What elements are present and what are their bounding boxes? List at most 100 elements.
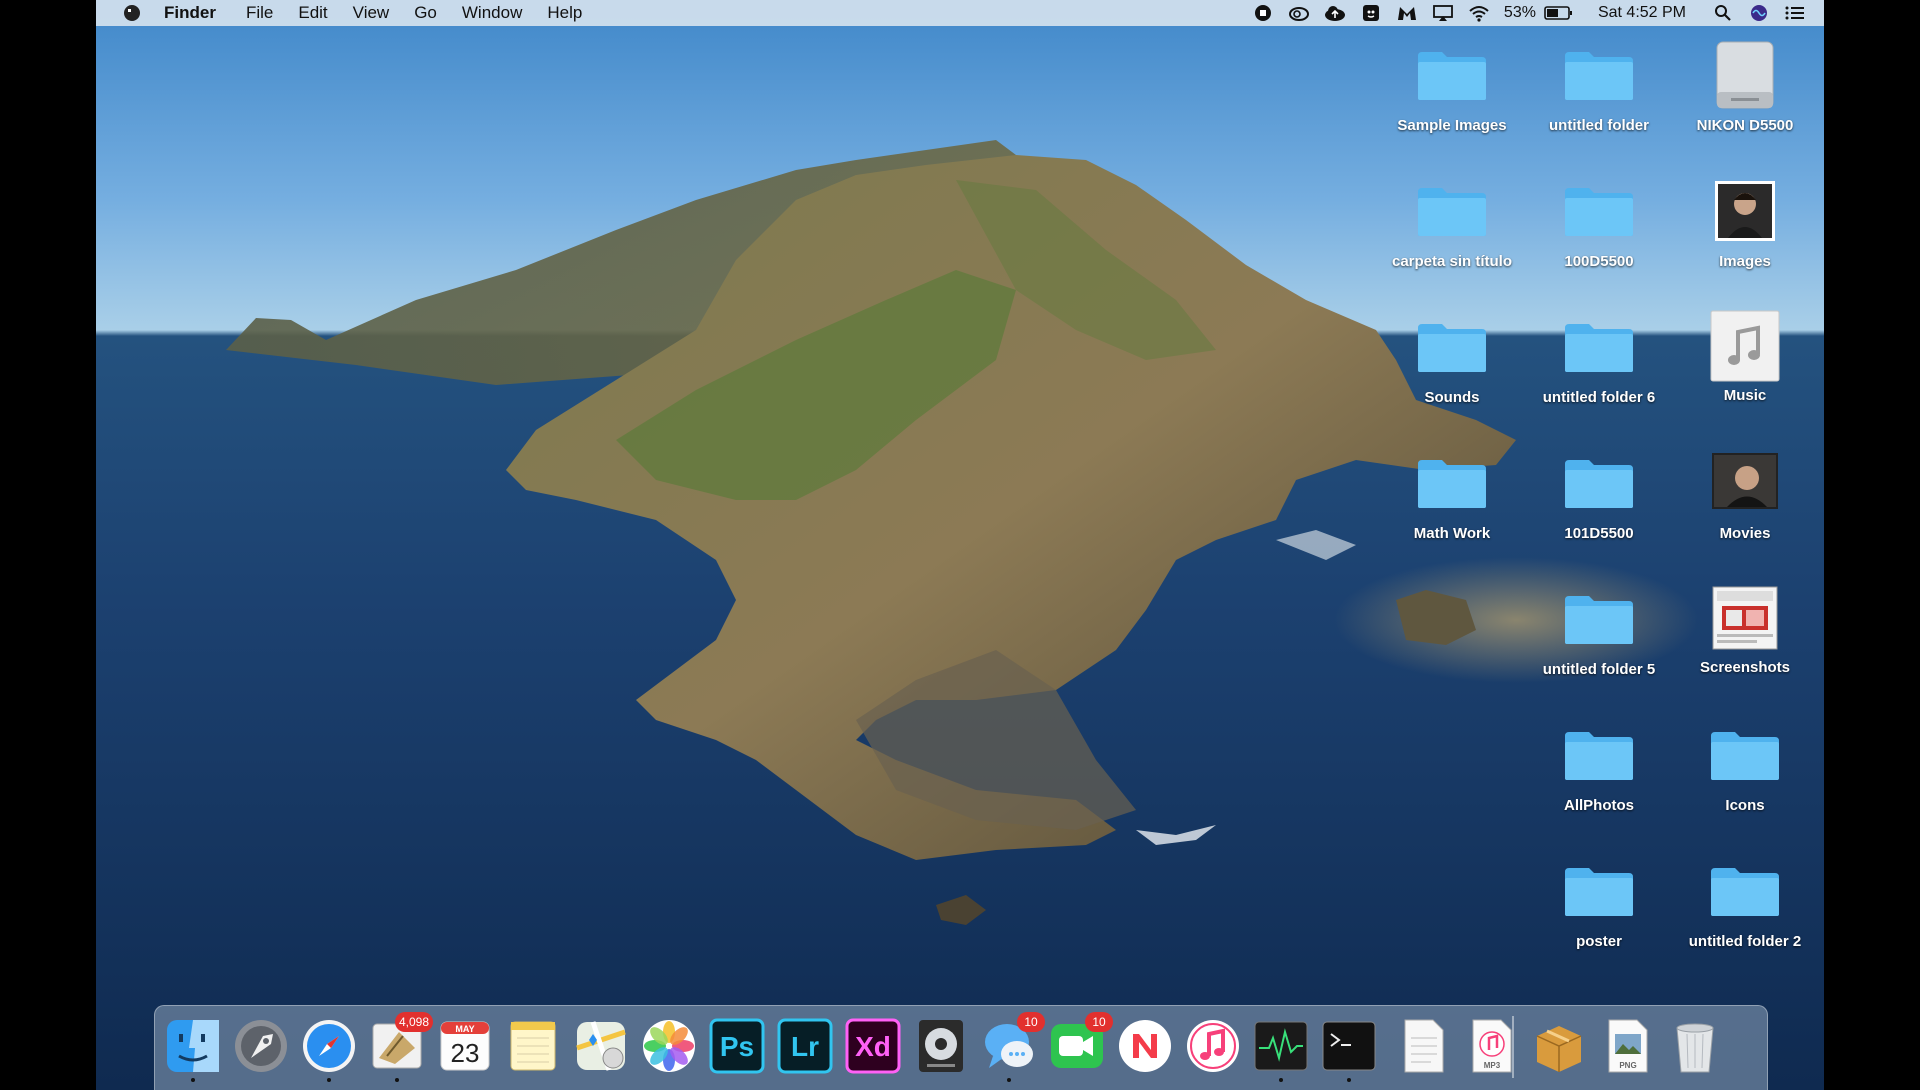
spotlight-icon[interactable]: [1712, 3, 1734, 23]
dock-lightroom[interactable]: Lr: [777, 1018, 833, 1074]
dock-itunes[interactable]: [1185, 1018, 1241, 1074]
dock-xd[interactable]: Xd: [845, 1018, 901, 1074]
dock-stack-png[interactable]: PNG: [1599, 1018, 1655, 1074]
menu-view[interactable]: View: [353, 3, 390, 23]
dock-stack-document[interactable]: [1395, 1018, 1451, 1074]
dock-finder[interactable]: [165, 1018, 221, 1074]
running-indicator: [1007, 1078, 1011, 1082]
desktop-item-101d5500[interactable]: 101D5500: [1524, 456, 1674, 542]
menu-help[interactable]: Help: [547, 3, 582, 23]
desktop-item-sounds[interactable]: Sounds: [1377, 320, 1527, 406]
menu-window[interactable]: Window: [462, 3, 522, 23]
record-icon[interactable]: [1252, 3, 1274, 23]
desktop-item-label: carpeta sin título: [1391, 253, 1513, 270]
dock-trash[interactable]: [1667, 1018, 1723, 1074]
mp3-label: MP3: [1484, 1061, 1501, 1070]
running-indicator: [395, 1078, 399, 1082]
folder-icon: [1565, 460, 1633, 508]
photos-icon: [643, 1020, 695, 1072]
dock-photos[interactable]: [641, 1018, 697, 1074]
creative-cloud-icon[interactable]: [1288, 3, 1310, 23]
folder-icon: [1565, 732, 1633, 780]
battery-percent[interactable]: 53%: [1504, 4, 1536, 22]
dock-mail[interactable]: 4,098: [369, 1012, 433, 1074]
document-icon: [1404, 1019, 1444, 1073]
missed-call-badge: 10: [1085, 1012, 1113, 1032]
desktop-item-label: Sample Images: [1397, 117, 1507, 134]
desktop-item-allphotos[interactable]: AllPhotos: [1524, 728, 1674, 814]
calendar-day: 23: [451, 1038, 480, 1068]
dock-activity-monitor[interactable]: [1253, 1018, 1309, 1074]
dock-photoshop[interactable]: Ps: [709, 1018, 765, 1074]
png-file-icon: PNG: [1608, 1019, 1648, 1073]
calendar-icon: MAY 23: [440, 1021, 490, 1071]
notification-center-icon[interactable]: [1784, 3, 1806, 23]
malwarebytes-icon[interactable]: [1396, 3, 1418, 23]
app-icon[interactable]: [120, 3, 144, 23]
folder-icon: [1418, 460, 1486, 508]
siri-icon[interactable]: [1748, 3, 1770, 23]
desktop-item-sample-images[interactable]: Sample Images: [1377, 48, 1527, 134]
dock-notes[interactable]: [505, 1018, 561, 1074]
folder-icon: [1711, 868, 1779, 916]
battery-icon[interactable]: [1544, 3, 1574, 23]
dock-maps[interactable]: [573, 1018, 629, 1074]
desktop-item-untitled-folder[interactable]: untitled folder: [1524, 48, 1674, 134]
dock-calendar[interactable]: MAY 23: [437, 1018, 493, 1074]
photoshop-icon: Ps: [709, 1018, 765, 1074]
dock-stack-package[interactable]: [1531, 1018, 1587, 1074]
desktop-item-label: AllPhotos: [1564, 797, 1634, 814]
desktop-item-icons[interactable]: Icons: [1670, 728, 1820, 814]
menu-go[interactable]: Go: [414, 3, 437, 23]
desktop-item-carpeta-sin-titulo[interactable]: carpeta sin título: [1377, 184, 1527, 270]
activity-monitor-icon: [1254, 1021, 1308, 1071]
dock-compressor[interactable]: [913, 1018, 969, 1074]
video-thumbnail-icon: [1712, 453, 1778, 509]
menu-app-name[interactable]: Finder: [164, 3, 216, 23]
folder-icon: [1565, 868, 1633, 916]
desktop-item-label: Icons: [1725, 797, 1765, 814]
folder-icon: [1418, 52, 1486, 100]
menu-file[interactable]: File: [246, 3, 273, 23]
screenshot-thumbnail-icon: [1712, 586, 1778, 650]
wifi-icon[interactable]: [1468, 3, 1490, 23]
dock-messages[interactable]: 10: [981, 1012, 1045, 1074]
lightroom-label: Lr: [791, 1031, 819, 1062]
desktop-item-movies[interactable]: Movies: [1670, 452, 1820, 542]
desktop-item-label: Movies: [1719, 525, 1771, 542]
desktop-item-label: untitled folder 2: [1688, 933, 1802, 950]
desktop-item-untitled-folder-2[interactable]: untitled folder 2: [1670, 864, 1820, 950]
calendar-month: MAY: [455, 1024, 474, 1034]
desktop-item-label: Music: [1723, 387, 1767, 404]
menu-extras: 53% Sat 4:52 PM: [1252, 0, 1824, 26]
dock-safari[interactable]: [301, 1018, 357, 1074]
menu-edit[interactable]: Edit: [298, 3, 327, 23]
cloud-upload-icon[interactable]: [1324, 3, 1346, 23]
dock-facetime[interactable]: 10: [1049, 1012, 1113, 1074]
package-icon: [1536, 1026, 1582, 1072]
dock-stack-mp3[interactable]: MP3: [1463, 1018, 1519, 1074]
desktop-item-label: untitled folder 6: [1542, 389, 1656, 406]
desktop-item-100d5500[interactable]: 100D5500: [1524, 184, 1674, 270]
dock: 4,098 MAY 23 Ps Lr Xd 10 10 MP3 PNG: [154, 1005, 1768, 1090]
dock-news[interactable]: [1117, 1018, 1173, 1074]
xd-icon: Xd: [845, 1018, 901, 1074]
dock-launchpad[interactable]: [233, 1018, 289, 1074]
desktop-item-images[interactable]: Images: [1670, 180, 1820, 270]
desktop-item-music[interactable]: Music: [1670, 310, 1820, 404]
desktop-item-label: Images: [1719, 253, 1771, 270]
safari-icon: [303, 1020, 355, 1072]
desktop-item-nikon-d5500[interactable]: NIKON D5500: [1670, 40, 1820, 134]
ghostery-icon[interactable]: [1360, 3, 1382, 23]
desktop-item-math-work[interactable]: Math Work: [1377, 456, 1527, 542]
dock-terminal[interactable]: [1321, 1018, 1377, 1074]
menu-clock[interactable]: Sat 4:52 PM: [1598, 4, 1686, 22]
desktop-item-untitled-folder-5[interactable]: untitled folder 5: [1524, 592, 1674, 678]
music-file-icon: [1710, 310, 1780, 382]
desktop-item-poster[interactable]: poster: [1524, 864, 1674, 950]
running-indicator: [191, 1078, 195, 1082]
airplay-icon[interactable]: [1432, 3, 1454, 23]
compressor-icon: [919, 1020, 963, 1072]
desktop-item-screenshots[interactable]: Screenshots: [1670, 586, 1820, 676]
desktop-item-untitled-folder-6[interactable]: untitled folder 6: [1524, 320, 1674, 406]
